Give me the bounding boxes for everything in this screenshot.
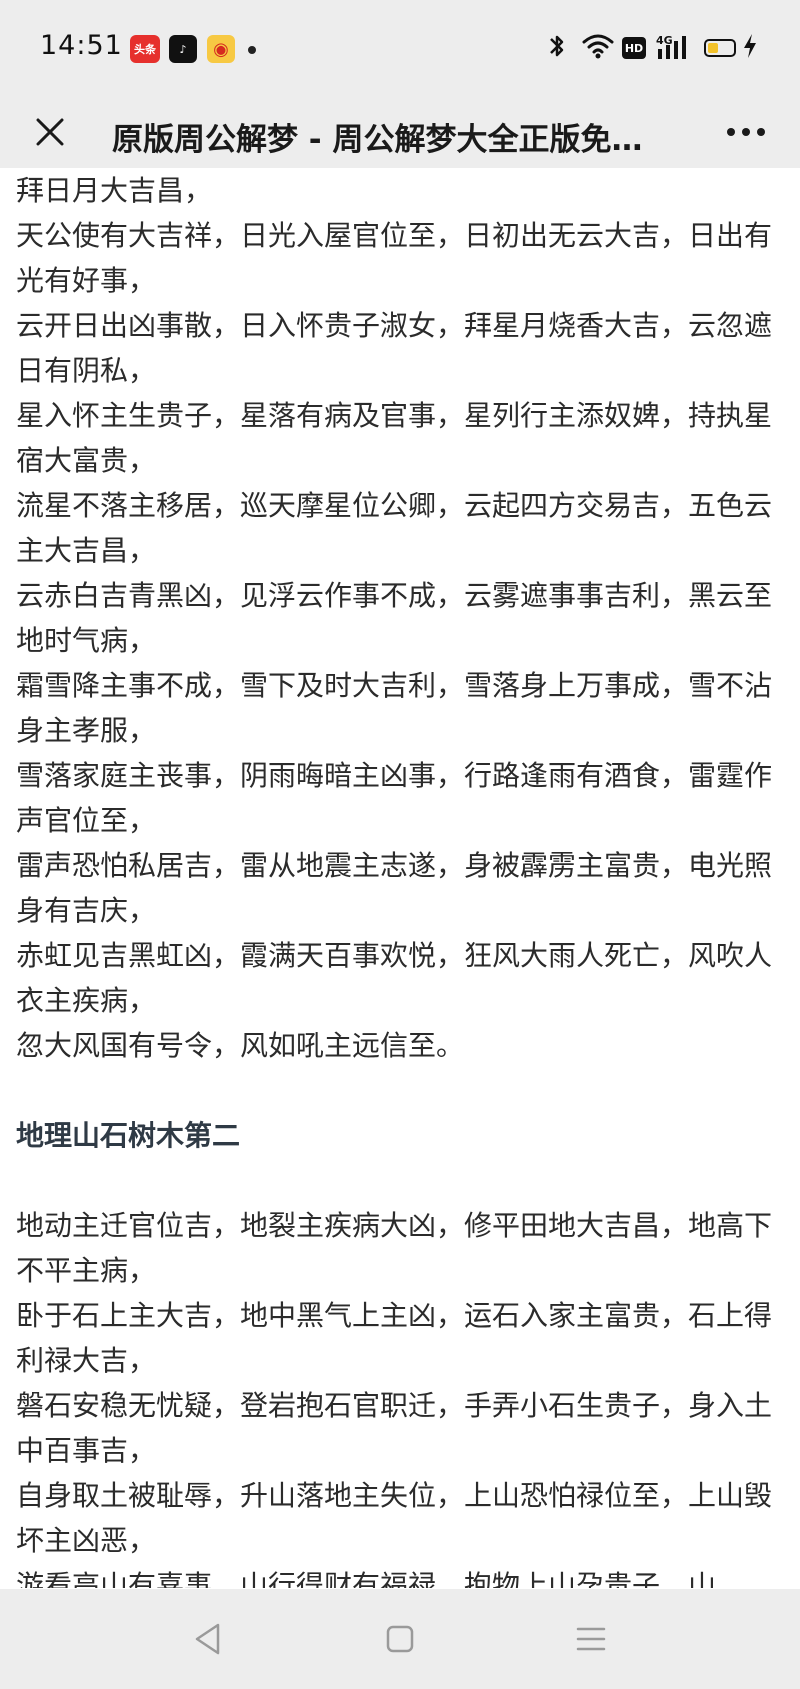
more-options-button[interactable] [718,104,774,160]
more-dots-icon [727,128,765,136]
bluetooth-icon [548,32,566,66]
paragraph: 自身取土被耻辱，升山落地主失位，上山恐怕禄位至，上山毁坏主凶恶， [16,1479,773,1557]
paragraph: 赤虹见吉黑虹凶，霞满天百事欢悦，狂风大雨人死亡，风吹人衣主疾病， [16,939,773,1017]
notification-dot-icon [248,46,256,54]
back-triangle-icon [195,1623,220,1655]
paragraph: 卧于石上主大吉，地中黑气上主凶，运石入家主富贵，石上得利禄大吉， [16,1299,773,1377]
charging-icon [742,32,758,66]
home-button[interactable] [372,1611,428,1667]
douyin-icon: ♪ [169,35,197,63]
recent-apps-button[interactable] [563,1611,619,1667]
paragraph: 云赤白吉青黑凶，见浮云作事不成，云雾遮事事吉利，黑云至地时气病， [16,579,773,657]
paragraph: 流星不落主移居，巡天摩星位公卿，云起四方交易吉，五色云主大吉昌， [16,489,773,567]
paragraph: 地动主迁官位吉，地裂主疾病大凶，修平田地大吉昌，地高下不平主病， [16,1209,773,1287]
close-icon [36,118,64,146]
close-button[interactable] [22,104,78,160]
article-body: 拜日月大吉昌， 天公使有大吉祥，日光入屋官位至，日初出无云大吉，日出有光有好事，… [16,168,784,1588]
paragraph: 云开日出凶事散，日入怀贵子淑女，拜星月烧香大吉，云忽遮日有阴私， [16,309,773,387]
weibo-icon: ◉ [207,35,235,63]
paragraph: 游看高山有喜事，山行得财有福禄，抱物上山孕贵子，山 [16,1569,717,1588]
battery-icon [704,39,736,57]
home-square-icon [386,1625,414,1653]
svg-text:4G: 4G [656,34,673,47]
paragraph: 磐石安稳无忧疑，登岩抱石官职迁，手弄小石生贵子，身入土中百事吉， [16,1389,773,1467]
status-bar: 14:51 头条 ♪ ◉ HD 4G [0,0,800,96]
paragraph: 天公使有大吉祥，日光入屋官位至，日初出无云大吉，日出有光有好事， [16,219,773,297]
hd-icon: HD [622,37,646,59]
status-time: 14:51 [40,30,123,61]
back-button[interactable] [180,1611,236,1667]
wifi-icon [582,32,614,65]
signal-4g-icon: 4G [656,33,696,68]
toutiao-icon: 头条 [130,35,160,63]
title-bar: 原版周公解梦 - 周公解梦大全正版免… [0,96,800,168]
paragraph: 忽大风国有号令，风如吼主远信至。 [16,1029,465,1062]
page-title: 原版周公解梦 - 周公解梦大全正版免… [112,122,643,158]
menu-lines-icon [576,1627,606,1651]
paragraph: 雷声恐怕私居吉，雷从地震主志遂，身被霹雳主富贵，电光照身有吉庆， [16,849,773,927]
paragraph: 雪落家庭主丧事，阴雨晦暗主凶事，行路逢雨有酒食，雷霆作声官位至， [16,759,773,837]
paragraph: 霜雪降主事不成，雪下及时大吉利，雪落身上万事成，雪不沾身主孝服， [16,669,773,747]
paragraph: 星入怀主生贵子，星落有病及官事，星列行主添奴婢，持执星宿大富贵， [16,399,773,477]
section-heading: 地理山石树木第二 [16,1119,241,1152]
article-content[interactable]: 拜日月大吉昌， 天公使有大吉祥，日光入屋官位至，日初出无云大吉，日出有光有好事，… [0,168,800,1588]
system-navigation-bar [0,1589,800,1689]
paragraph: 拜日月大吉昌， [16,174,213,207]
